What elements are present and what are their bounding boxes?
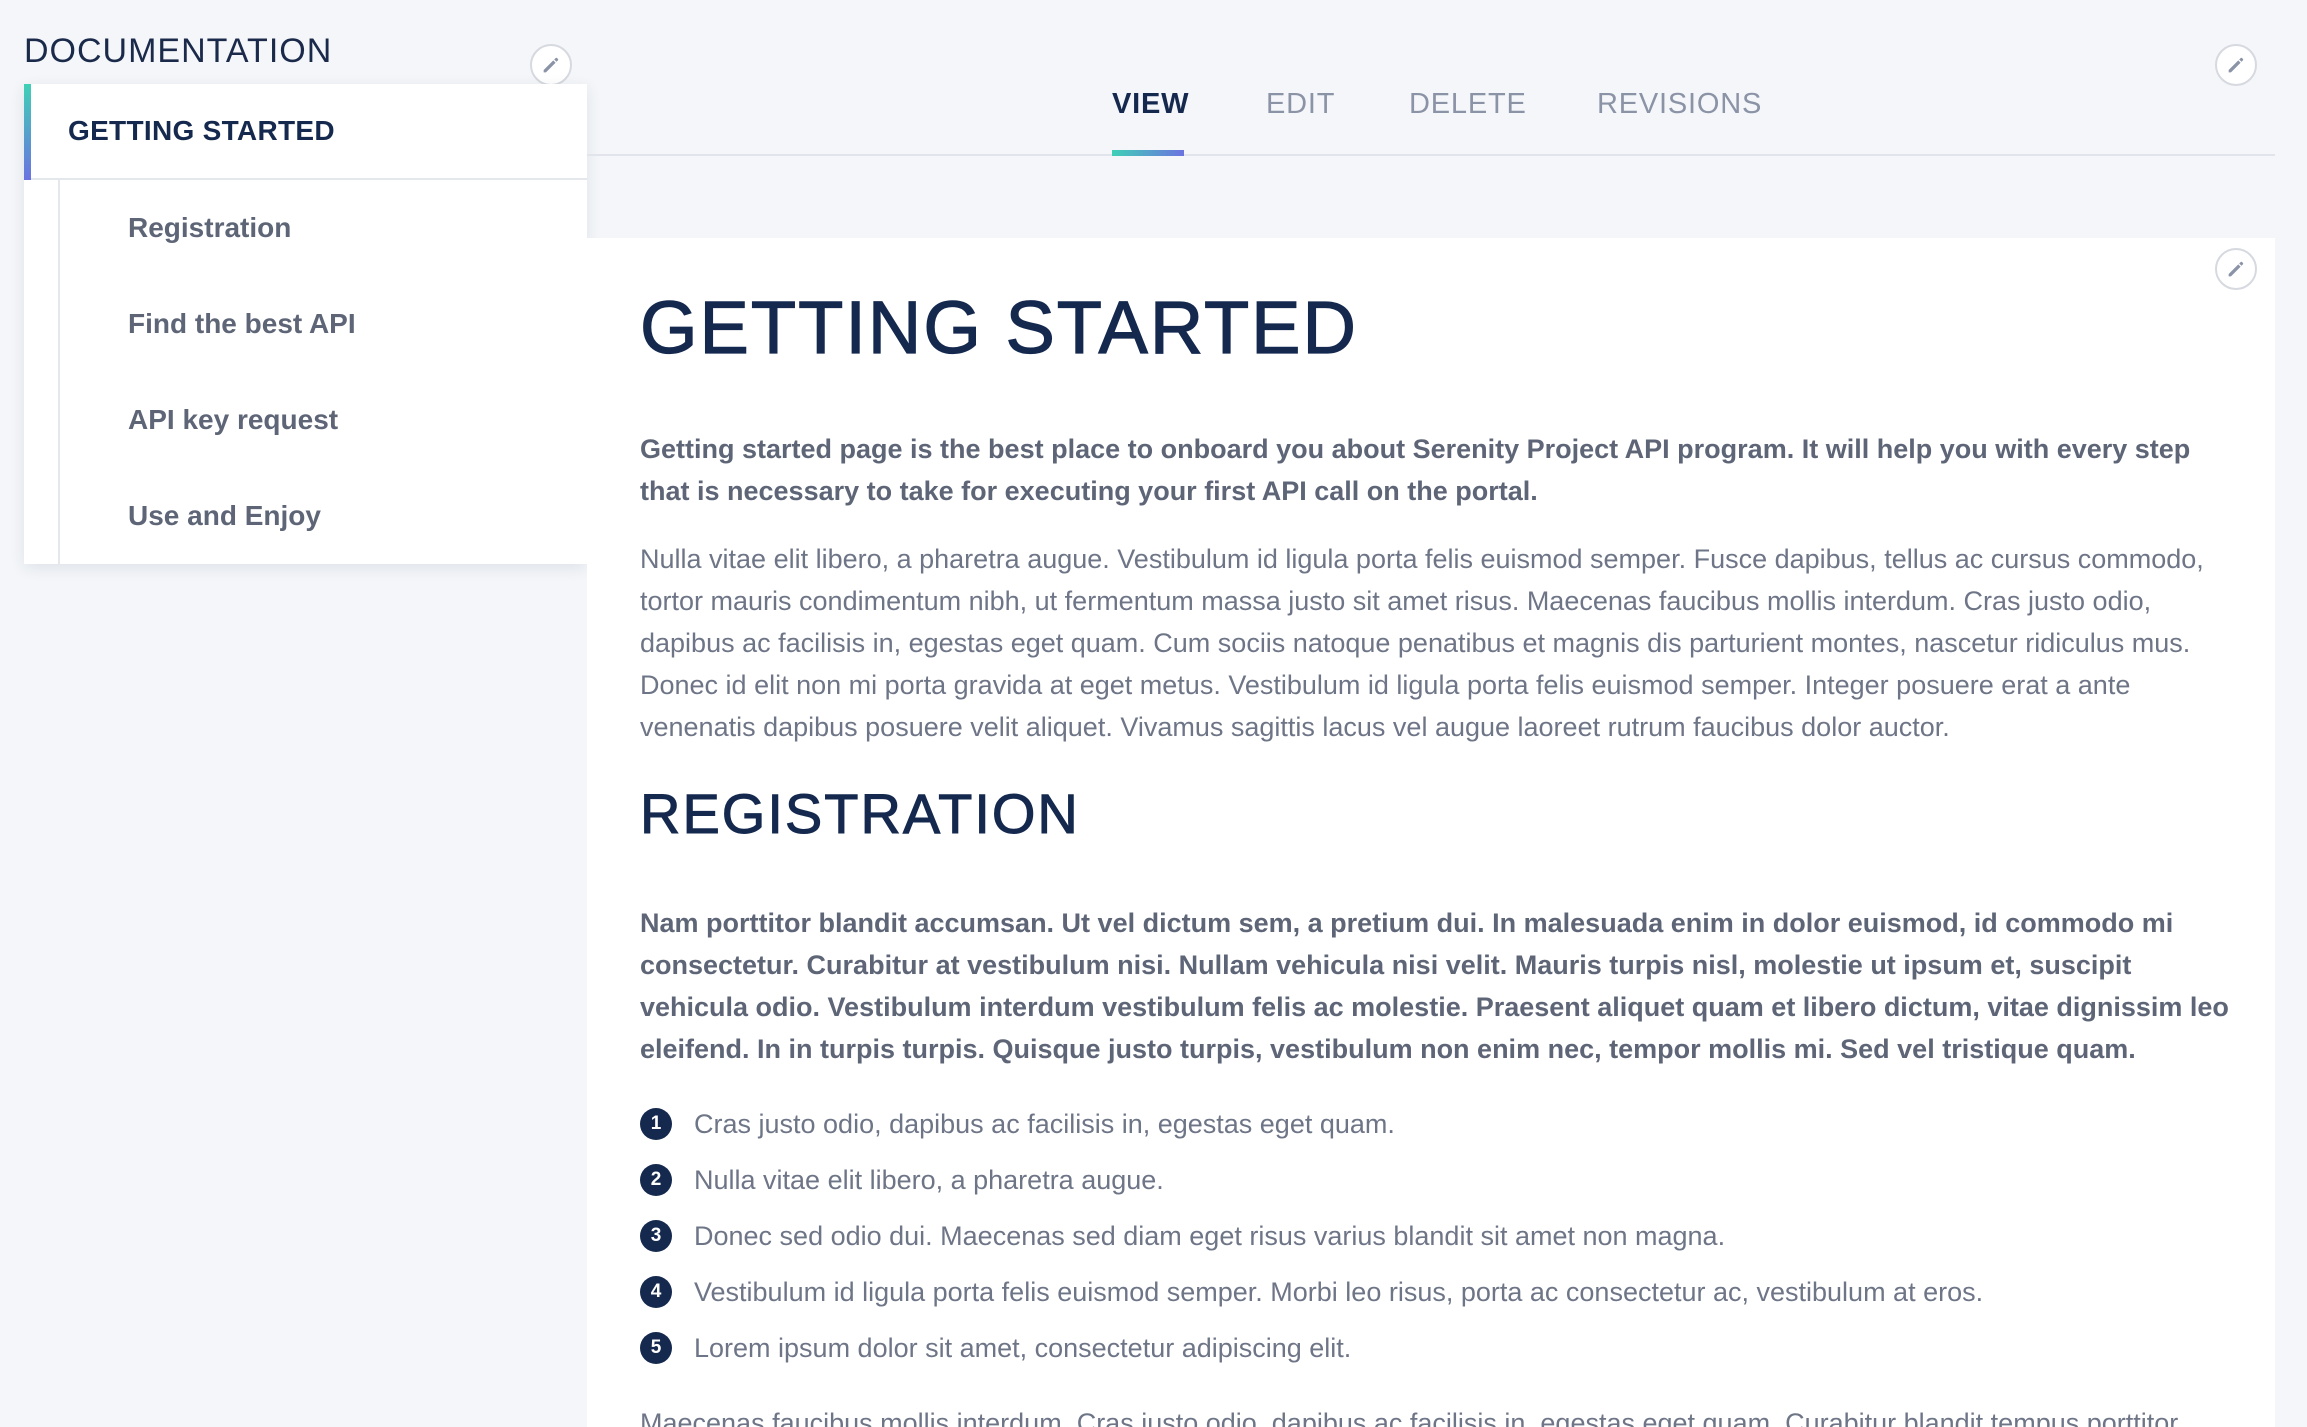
sidebar-item-find-best-api[interactable]: Find the best API — [60, 276, 587, 372]
step-number-badge: 1 — [640, 1108, 672, 1140]
step-number-badge: 2 — [640, 1164, 672, 1196]
content-edit-button[interactable] — [2215, 248, 2257, 290]
sidebar-item-api-key-request[interactable]: API key request — [60, 372, 587, 468]
step-text: Vestibulum id ligula porta felis euismod… — [694, 1276, 1984, 1307]
pencil-icon — [2228, 261, 2244, 277]
list-item: 5 Lorem ipsum dolor sit amet, consectetu… — [640, 1320, 2230, 1376]
steps-list: 1 Cras justo odio, dapibus ac facilisis … — [640, 1096, 2230, 1376]
registration-heading: REGISTRATION — [640, 782, 1080, 846]
sidebar-title: DOCUMENTATION — [24, 32, 333, 70]
step-text: Lorem ipsum dolor sit amet, consectetur … — [694, 1332, 1352, 1363]
tab-view[interactable]: VIEW — [1112, 88, 1189, 121]
sidebar-item-use-and-enjoy[interactable]: Use and Enjoy — [60, 468, 587, 564]
list-item: 2 Nulla vitae elit libero, a pharetra au… — [640, 1152, 2230, 1208]
sidebar-item-getting-started[interactable]: GETTING STARTED — [24, 84, 587, 180]
tab-delete[interactable]: DELETE — [1409, 88, 1527, 121]
active-tab-indicator — [1112, 150, 1184, 156]
registration-lead: Nam porttitor blandit accumsan. Ut vel d… — [640, 908, 2229, 1064]
sidebar-nav: GETTING STARTED Registration Find the be… — [24, 84, 587, 564]
step-text: Nulla vitae elit libero, a pharetra augu… — [694, 1164, 1164, 1195]
step-text: Donec sed odio dui. Maecenas sed diam eg… — [694, 1220, 1726, 1251]
step-number-badge: 5 — [640, 1332, 672, 1364]
list-item: 4 Vestibulum id ligula porta felis euism… — [640, 1264, 2230, 1320]
step-text: Cras justo odio, dapibus ac facilisis in… — [694, 1108, 1395, 1139]
page-title: GETTING STARTED — [639, 285, 1358, 369]
sidebar-item-registration[interactable]: Registration — [60, 180, 587, 276]
sidebar-edit-button[interactable] — [530, 44, 572, 86]
intro-text: Nulla vitae elit libero, a pharetra augu… — [640, 544, 2204, 742]
sidebar-item-label: GETTING STARTED — [68, 115, 335, 146]
closing-text: Maecenas faucibus mollis interdum. Cras … — [640, 1408, 2185, 1427]
pencil-icon — [2228, 57, 2244, 73]
step-number-badge: 3 — [640, 1220, 672, 1252]
list-item: 1 Cras justo odio, dapibus ac facilisis … — [640, 1096, 2230, 1152]
sidebar-sub-list: Registration Find the best API API key r… — [58, 180, 587, 564]
tab-bar: VIEW EDIT DELETE REVISIONS — [587, 60, 2275, 156]
tab-revisions[interactable]: REVISIONS — [1597, 88, 1762, 121]
article: GETTING STARTED Getting started page is … — [639, 285, 2230, 1427]
list-item: 3 Donec sed odio dui. Maecenas sed diam … — [640, 1208, 2230, 1264]
intro-lead: Getting started page is the best place t… — [640, 434, 2191, 506]
pencil-icon — [543, 57, 559, 73]
page-edit-button[interactable] — [2215, 44, 2257, 86]
tab-edit[interactable]: EDIT — [1266, 88, 1335, 121]
step-number-badge: 4 — [640, 1276, 672, 1308]
content-panel: GETTING STARTED Getting started page is … — [587, 238, 2275, 1427]
